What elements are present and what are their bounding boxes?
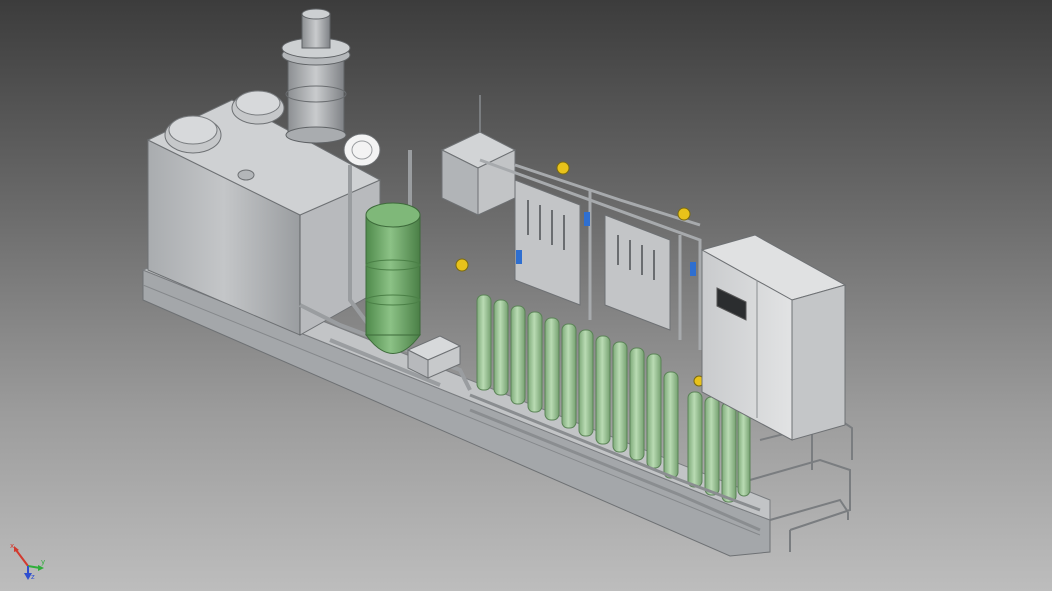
triad-z-label: z: [31, 573, 35, 580]
junction-box: [406, 335, 462, 379]
pressure-vessel: [365, 202, 421, 354]
orientation-triad-icon: x y z: [10, 542, 45, 580]
stack-column: [281, 8, 351, 144]
instrument-panel-2: [604, 214, 671, 331]
dosing-tank: [440, 95, 517, 216]
cad-assembly-model[interactable]: [0, 0, 1052, 591]
instrument-panel-1: [514, 179, 581, 306]
butterfly-valve: [343, 133, 381, 167]
triad-x-label: x: [10, 542, 14, 550]
cad-viewport[interactable]: x y z: [0, 0, 1052, 591]
triad-y-label: y: [41, 558, 45, 566]
